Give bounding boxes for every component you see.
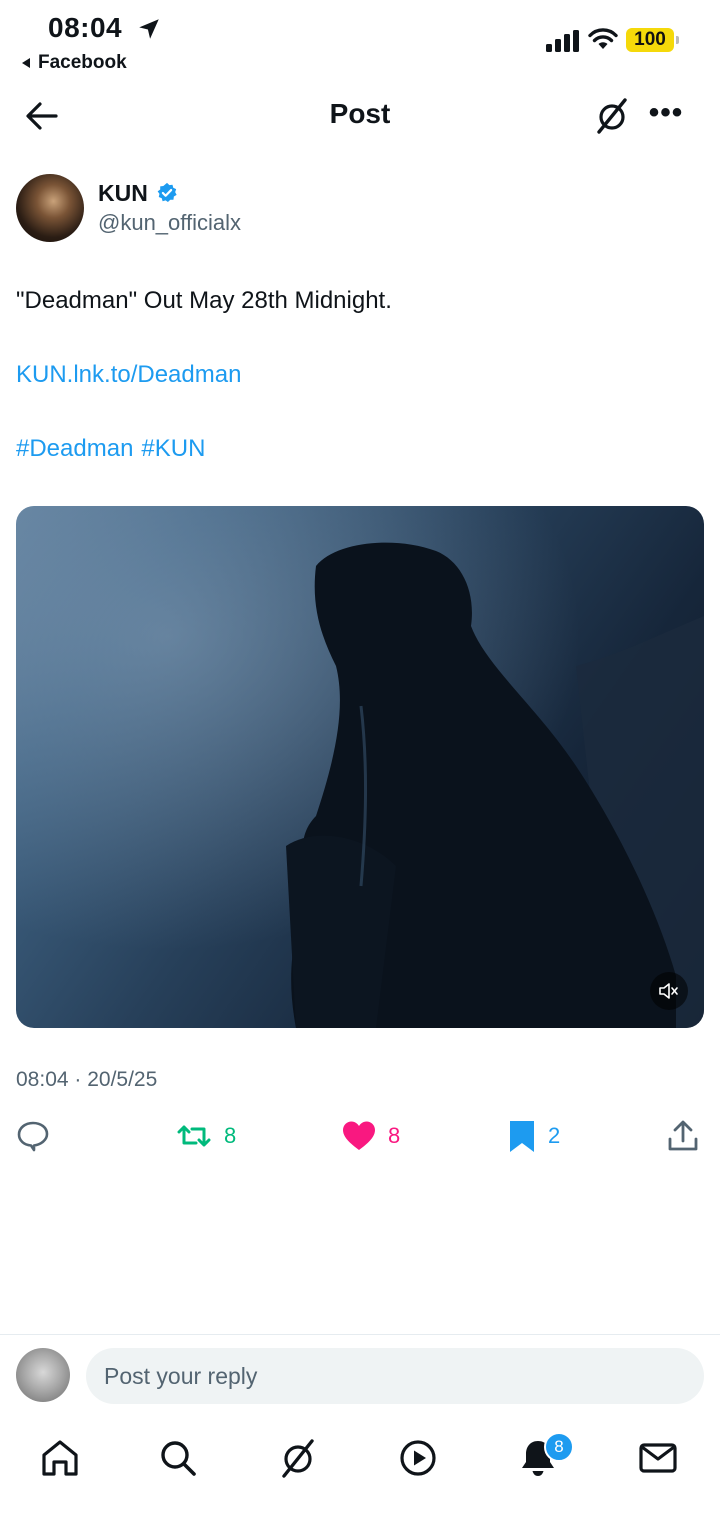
verified-badge-icon — [157, 182, 177, 202]
status-time: 08:04 — [48, 12, 123, 43]
more-options-button[interactable]: ••• — [646, 98, 686, 132]
search-icon[interactable] — [156, 1436, 200, 1480]
back-triangle-icon — [22, 58, 30, 68]
battery-indicator: 100 — [626, 28, 679, 52]
reply-input[interactable] — [86, 1348, 704, 1404]
author-avatar[interactable] — [16, 174, 84, 242]
notifications-badge: 8 — [544, 1432, 574, 1462]
cellular-signal-icon — [546, 30, 579, 52]
reply-icon — [17, 1121, 49, 1152]
messages-icon[interactable] — [636, 1436, 680, 1480]
post-video[interactable] — [16, 506, 704, 1028]
grok-nav-icon[interactable] — [276, 1436, 320, 1480]
author-name[interactable]: KUN — [98, 180, 148, 207]
like-button[interactable]: 8 — [342, 1118, 400, 1154]
share-button[interactable] — [666, 1118, 700, 1154]
back-to-app-label: Facebook — [38, 52, 127, 73]
wifi-icon — [588, 28, 618, 49]
mute-button[interactable] — [650, 972, 688, 1010]
post-link[interactable]: KUN.lnk.to/Deadman — [16, 360, 241, 390]
repost-button[interactable]: 8 — [176, 1118, 236, 1154]
hashtag-deadman[interactable]: #Deadman — [16, 435, 133, 462]
share-icon — [668, 1120, 698, 1151]
bookmark-icon — [510, 1121, 534, 1152]
speaker-muted-icon — [659, 983, 678, 999]
bookmark-count: 2 — [548, 1123, 561, 1148]
post-text: "Deadman" Out May 28th Midnight. — [16, 287, 392, 314]
video-frame-figure — [16, 506, 704, 1028]
video-icon[interactable] — [396, 1436, 440, 1480]
repost-count: 8 — [224, 1123, 237, 1148]
location-arrow-icon — [139, 19, 159, 39]
post-timestamp: 08:04 · 20/5/25 — [16, 1068, 158, 1091]
grok-icon[interactable] — [592, 96, 632, 136]
like-count: 8 — [388, 1123, 401, 1148]
reply-divider — [0, 1334, 720, 1335]
home-icon[interactable] — [38, 1436, 82, 1480]
hashtag-kun[interactable]: #KUN — [141, 435, 205, 462]
reply-button[interactable] — [16, 1118, 62, 1154]
back-to-app-link[interactable]: Facebook — [20, 52, 127, 74]
repost-icon — [177, 1125, 211, 1147]
post-hashtags: #Deadman #KUN — [16, 434, 213, 464]
heart-icon — [343, 1121, 375, 1150]
user-avatar[interactable] — [16, 1348, 70, 1402]
bookmark-button[interactable]: 2 — [508, 1118, 560, 1154]
author-handle[interactable]: @kun_officialx — [98, 210, 241, 236]
